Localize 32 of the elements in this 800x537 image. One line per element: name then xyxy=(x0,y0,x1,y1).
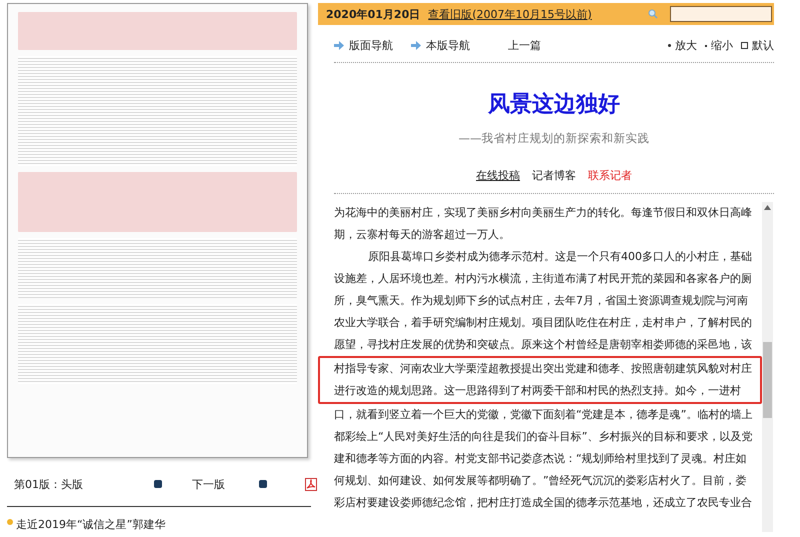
previous-page-icon[interactable] xyxy=(154,480,162,488)
previous-article-link[interactable]: 上一篇 xyxy=(508,38,541,53)
article-text: 口，就看到竖立着一个巨大的党徽，党徽下面刻着“党建是本，德孝是魂”。临村的墙上都彩绘上“人民对美好生活的向往是我们的奋斗目标”、乡村振兴的目标和要求，以及党建和德孝等方面的内容。村党支部书记娄彦杰说：“规划师给村里找到了灵魂。村庄如何规划、如何建设、如何发展等都明确了。”曾经死气沉沉的娄彩店村火了。目前，娄彩店村要建设娄师德纪念馆，把村庄打造成全国的德孝示范基地，还成立了农民专业合 xyxy=(334,407,754,511)
search-field[interactable] xyxy=(670,6,772,22)
font-size-link[interactable]: 默认 xyxy=(752,38,774,53)
font-size-link[interactable]: 缩小 xyxy=(711,38,733,53)
scrollbar[interactable] xyxy=(762,202,773,532)
font-size-link[interactable]: 放大 xyxy=(675,38,697,53)
date-label: 2020年01月20日 xyxy=(326,6,420,22)
nav-link[interactable]: 本版导航 xyxy=(426,38,470,53)
dot-icon xyxy=(668,44,671,47)
next-page-icon[interactable] xyxy=(259,480,267,488)
related-article-link[interactable]: 走近2019年“诚信之星”郭建华 xyxy=(16,517,166,532)
scrollbar-thumb[interactable] xyxy=(763,342,772,418)
square-icon xyxy=(741,42,748,49)
arrow-icon xyxy=(411,41,421,50)
edition-label: 第01版：头版 xyxy=(13,476,84,492)
article-title: 风景这边独好 xyxy=(488,91,620,119)
nav-link[interactable]: 版面导航 xyxy=(349,38,393,53)
highlighted-text: 村指导专家、河南农业大学栗滢超教授提出突出党建和德孝、按照唐朝建筑风貌对村庄进行改造的规划思路。这一思路得到了村两委干部和村民的热烈支持。如今，一进村 xyxy=(318,356,762,404)
scroll-up-icon[interactable] xyxy=(764,205,771,210)
pdf-icon[interactable] xyxy=(305,478,317,490)
article-link[interactable]: 记者博客 xyxy=(532,168,576,183)
article-link[interactable]: 联系记者 xyxy=(588,168,632,183)
article-subtitle: ——我省村庄规划的新探索和新实践 xyxy=(458,131,650,146)
bullet-icon xyxy=(7,519,13,525)
next-edition-link[interactable]: 下一版 xyxy=(192,476,225,492)
article-link[interactable]: 在线投稿 xyxy=(476,168,520,183)
article-paragraph: 为花海中的美丽村庄，实现了美丽乡村向美丽生产力的转化。每逢节假日和双休日高峰期，云寨村每天的游客超过一万人。 xyxy=(334,205,753,243)
article-text: 原阳县葛埠口乡娄村成为德孝示范村。这是一个只有400多口人的小村庄，基础设施差，人居环境也差。村内污水横流，主街道布满了村民开荒的菜园和各家各户的厕所，臭气熏天。作为规划师下乡的试点村庄，去年7月，省国土资源调查规划院与河南农业大学联合，着手研究编制村庄规划。项目团队吃住在村庄，走村串户，了解村民的愿望，寻找村庄发展的优势和突破点。原来这个村曾经是唐朝宰相娄师德的采邑地，该 xyxy=(334,249,753,353)
old-version-link[interactable]: 查看旧版(2007年10月15号以前) xyxy=(428,6,592,22)
arrow-icon xyxy=(334,41,344,50)
